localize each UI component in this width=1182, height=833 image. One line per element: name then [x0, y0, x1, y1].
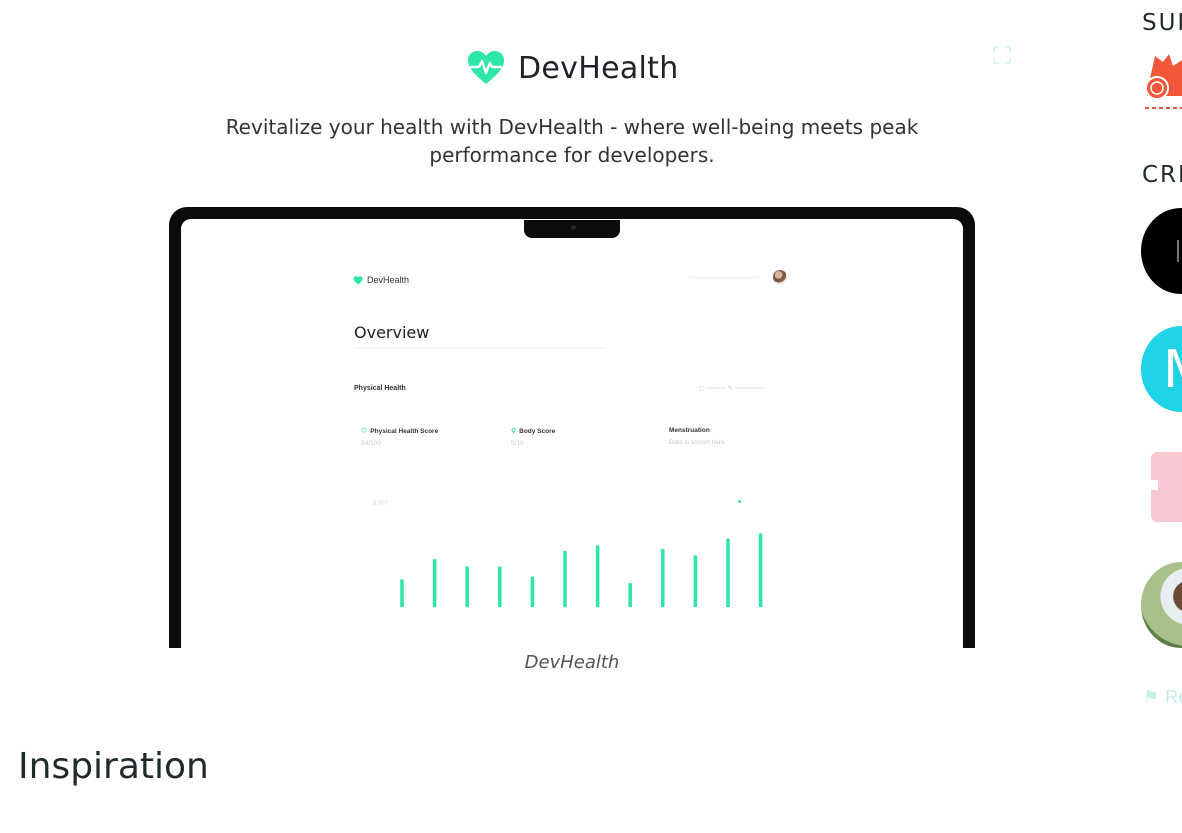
heart-pulse-icon — [468, 51, 504, 84]
flag-icon: ⚑ — [1143, 687, 1160, 707]
creator-avatar[interactable] — [1141, 446, 1182, 532]
camera-dot — [571, 225, 576, 230]
creator-avatar[interactable] — [1141, 208, 1182, 294]
product-tagline: Revitalize your health with DevHealth - … — [225, 115, 919, 167]
product-logo: DevHealth — [466, 50, 679, 86]
report-link[interactable]: ⚑ Re — [1143, 687, 1182, 708]
image-caption: DevHealth — [524, 652, 620, 673]
supporter-logo-graphic — [1143, 54, 1182, 109]
creator-avatar[interactable] — [1141, 562, 1182, 648]
creator-avatar[interactable]: M — [1141, 326, 1182, 412]
creator-avatar-letter: M — [1163, 340, 1182, 400]
creators-heading: CRI — [1142, 162, 1182, 188]
fullscreen-icon[interactable] — [993, 46, 1011, 64]
creator-avatar-cut — [1142, 480, 1158, 490]
laptop-screen: DevHealth Overview Physical Health ▢ ✎ ♡… — [181, 219, 963, 648]
creator-avatar-mark — [1177, 240, 1182, 262]
supporters-heading: SUI — [1142, 10, 1182, 36]
supporter-logo[interactable] — [1143, 52, 1182, 110]
laptop-mockup: DevHealth Overview Physical Health ▢ ✎ ♡… — [169, 207, 975, 648]
bar-chart — [400, 533, 763, 607]
product-name: DevHealth — [518, 50, 679, 86]
inspiration-heading: Inspiration — [18, 746, 209, 787]
